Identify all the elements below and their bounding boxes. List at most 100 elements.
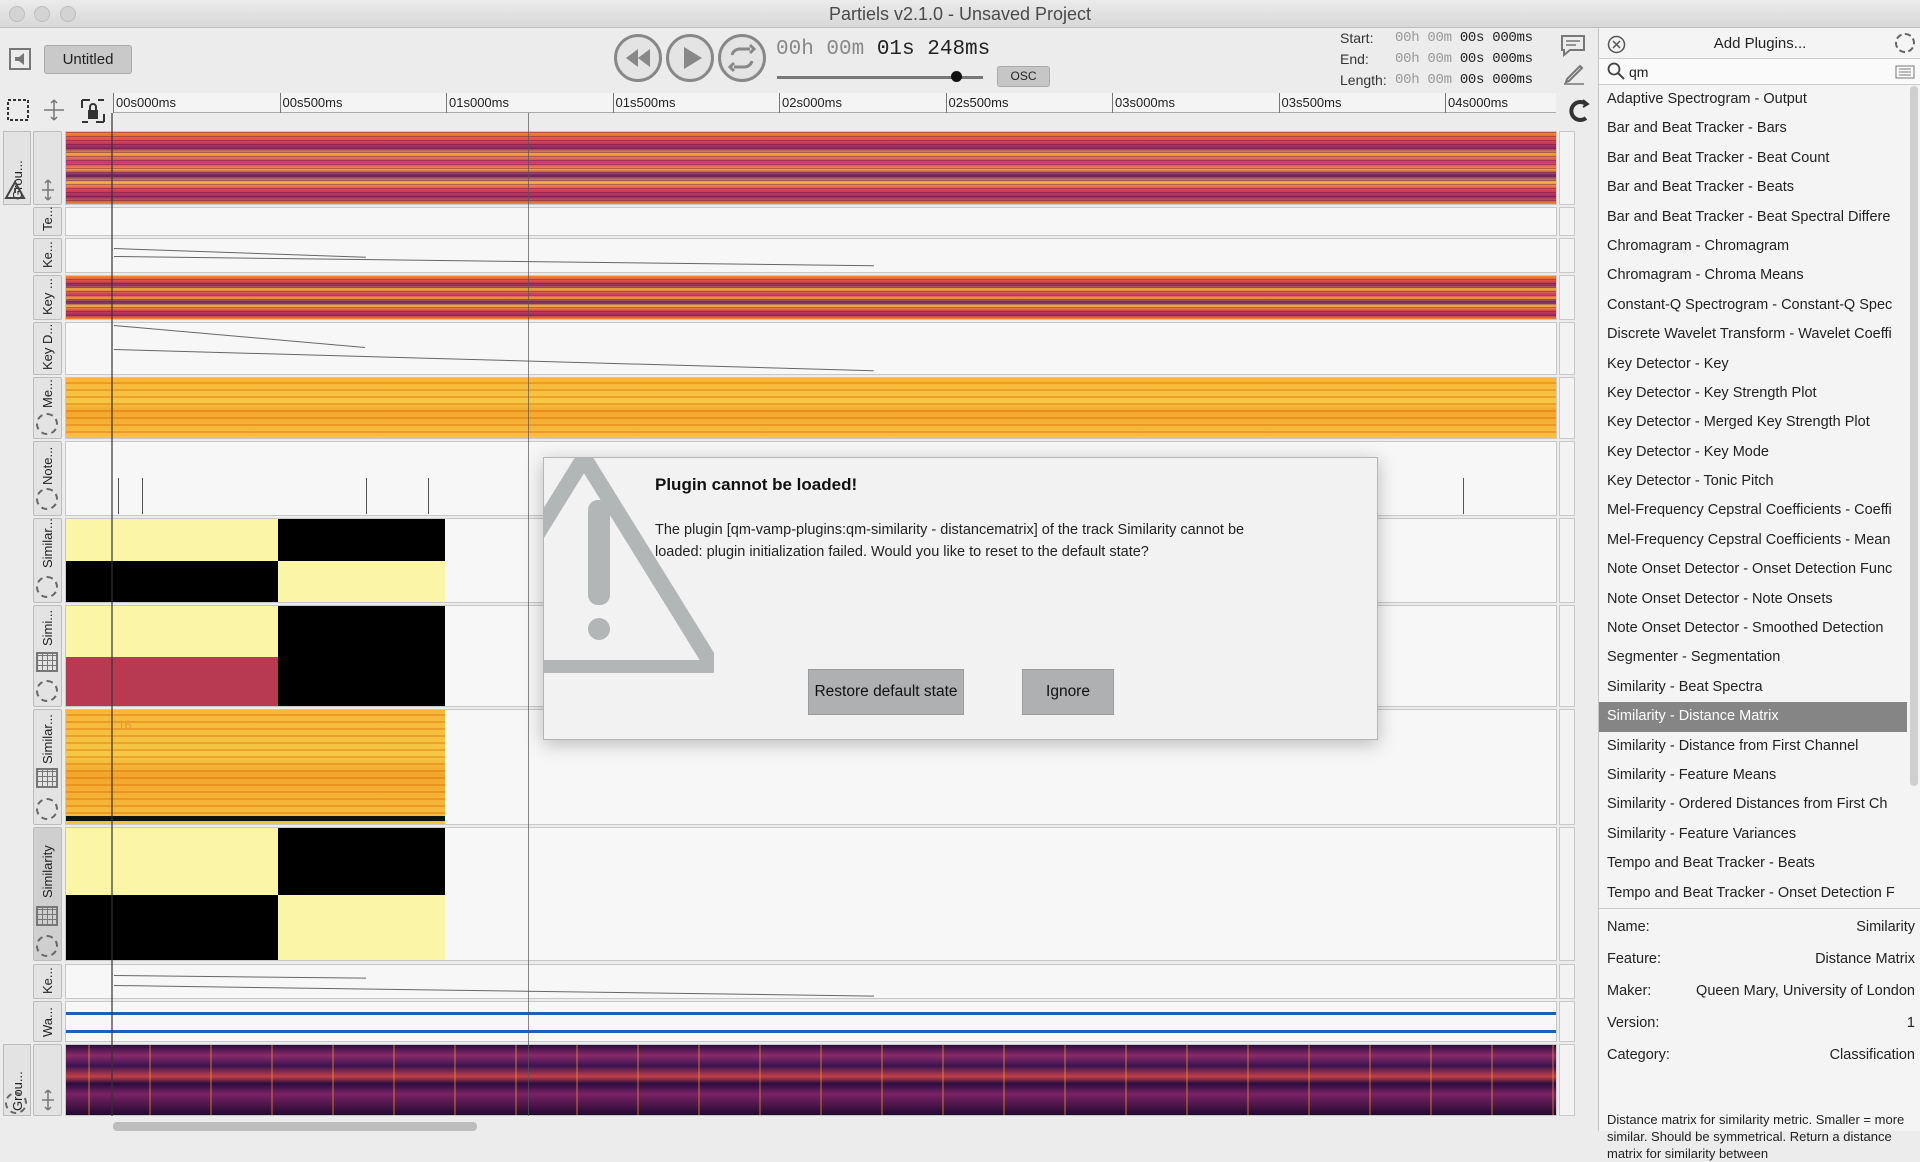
spectrogram-track[interactable] — [65, 131, 1557, 205]
track-tab-waveform[interactable]: Wa... — [33, 1001, 62, 1042]
gear-icon[interactable] — [1895, 33, 1915, 53]
plugin-list-item[interactable]: Segmenter - Segmentation — [1599, 643, 1907, 672]
plugin-list-item[interactable]: Similarity - Beat Spectra — [1599, 673, 1907, 702]
similarity-track-4[interactable] — [65, 827, 1557, 961]
onset-marker — [366, 478, 367, 514]
resize-icon[interactable] — [38, 1088, 58, 1112]
loop-button[interactable] — [718, 34, 766, 82]
track-scale[interactable] — [1559, 709, 1575, 825]
track-scale[interactable] — [1559, 275, 1575, 320]
plugin-list-item[interactable]: Key Detector - Merged Key Strength Plot — [1599, 408, 1907, 437]
plugin-list-item[interactable]: Discrete Wavelet Transform - Wavelet Coe… — [1599, 320, 1907, 349]
zoom-window-button[interactable] — [60, 6, 76, 22]
end-value[interactable]: 00h 00m 00s 000ms — [1395, 51, 1533, 67]
key-strength-track[interactable] — [65, 275, 1557, 320]
track-tab-key-2[interactable]: Ke... — [33, 964, 62, 999]
track-tab-key[interactable]: Ke... — [33, 238, 62, 273]
document-name-button[interactable]: Untitled — [44, 45, 132, 74]
plugin-list-item[interactable]: Note Onset Detector - Smoothed Detection — [1599, 614, 1907, 643]
start-value[interactable]: 00h 00m 00s 000ms — [1395, 30, 1533, 46]
plugin-list-item[interactable]: Key Detector - Key — [1599, 350, 1907, 379]
plugin-list-item[interactable]: Key Detector - Key Strength Plot — [1599, 379, 1907, 408]
select-all-icon[interactable] — [6, 98, 30, 122]
gear-icon[interactable] — [5, 1092, 27, 1114]
magnet-icon[interactable] — [1566, 98, 1592, 124]
pencil-icon[interactable] — [1562, 62, 1586, 86]
plugin-list-item[interactable]: Bar and Beat Tracker - Beat Spectral Dif… — [1599, 203, 1907, 232]
track-scale[interactable] — [1559, 322, 1575, 375]
grid-icon[interactable] — [36, 906, 58, 926]
plugin-list-item[interactable]: Note Onset Detector - Note Onsets — [1599, 585, 1907, 614]
track-scale[interactable] — [1559, 1001, 1575, 1042]
lock-selection-icon[interactable] — [80, 98, 106, 124]
audio-file-icon[interactable] — [8, 46, 34, 72]
plugin-list-item[interactable]: Note Onset Detector - Onset Detection Fu… — [1599, 555, 1907, 584]
track-scale[interactable] — [1559, 518, 1575, 603]
track-scale[interactable] — [1559, 377, 1575, 439]
plugin-list-item[interactable]: Tempo and Beat Tracker - Beats — [1599, 849, 1907, 878]
tempo-track[interactable] — [65, 207, 1557, 236]
plugin-list-item[interactable]: Bar and Beat Tracker - Bars — [1599, 114, 1907, 143]
track-tab-key-detector[interactable]: Key D... — [33, 322, 62, 375]
gear-icon[interactable] — [36, 413, 58, 435]
minimize-window-button[interactable] — [34, 6, 50, 22]
mfcc-track[interactable] — [65, 377, 1557, 439]
waveform-track[interactable] — [65, 1001, 1557, 1042]
plugin-list-item[interactable]: Similarity - Feature Means — [1599, 761, 1907, 790]
plugin-list-item[interactable]: Similarity - Feature Variances — [1599, 820, 1907, 849]
plugin-list-item[interactable]: Mel-Frequency Cepstral Coefficients - Me… — [1599, 526, 1907, 555]
gear-icon[interactable] — [36, 488, 58, 510]
play-button[interactable] — [666, 34, 714, 82]
spectrogram-track-2[interactable] — [65, 1044, 1557, 1116]
length-value[interactable]: 00h 00m 00s 000ms — [1395, 72, 1533, 88]
playhead-line[interactable] — [528, 113, 529, 1116]
track-scale[interactable] — [1559, 441, 1575, 516]
plugin-search-input[interactable] — [1629, 62, 1869, 82]
plugin-list-item[interactable]: Mel-Frequency Cepstral Coefficients - Co… — [1599, 496, 1907, 525]
plugin-list-scrollbar[interactable] — [1910, 86, 1918, 786]
track-tab-tempo[interactable]: Te... — [33, 206, 62, 236]
gain-slider-knob[interactable] — [951, 71, 962, 82]
plugin-list-item[interactable]: Chromagram - Chroma Means — [1599, 261, 1907, 290]
key-track-2[interactable] — [65, 964, 1557, 999]
plugin-list-item[interactable]: Key Detector - Key Mode — [1599, 438, 1907, 467]
rewind-button[interactable] — [614, 34, 662, 82]
gear-icon[interactable] — [36, 935, 58, 957]
ignore-button[interactable]: Ignore — [1022, 669, 1114, 715]
comment-icon[interactable] — [1560, 34, 1586, 58]
clear-search-icon[interactable] — [1895, 65, 1915, 79]
track-scale[interactable] — [1559, 207, 1575, 236]
grid-icon[interactable] — [36, 768, 58, 788]
track-scale[interactable] — [1559, 1044, 1575, 1116]
navigate-icon[interactable] — [42, 98, 66, 122]
plugin-list-item[interactable]: Bar and Beat Tracker - Beat Count — [1599, 144, 1907, 173]
key-track[interactable] — [65, 238, 1557, 273]
restore-default-button[interactable]: Restore default state — [808, 669, 964, 715]
track-scale[interactable] — [1559, 238, 1575, 273]
plugin-list-item[interactable]: Tempo and Beat Tracker - Onset Detection… — [1599, 879, 1907, 908]
plugin-list-item[interactable]: Chromagram - Chromagram — [1599, 232, 1907, 261]
plugin-list-item[interactable]: Constant-Q Spectrogram - Constant-Q Spec — [1599, 291, 1907, 320]
plugin-list-item[interactable]: Key Detector - Tonic Pitch — [1599, 467, 1907, 496]
close-window-button[interactable] — [9, 6, 25, 22]
horizontal-scrollbar[interactable] — [113, 1122, 477, 1131]
track-scale[interactable] — [1559, 964, 1575, 999]
grid-icon[interactable] — [36, 652, 58, 672]
plugin-list-item[interactable]: Bar and Beat Tracker - Beats — [1599, 173, 1907, 202]
gear-icon[interactable] — [36, 798, 58, 820]
gear-icon[interactable] — [36, 576, 58, 598]
track-label: Key D... — [40, 323, 55, 370]
track-scale[interactable] — [1559, 131, 1575, 205]
key-detector-track[interactable] — [65, 322, 1557, 375]
osc-button[interactable]: OSC — [997, 66, 1050, 87]
plugin-list-item[interactable]: Similarity - Ordered Distances from Firs… — [1599, 790, 1907, 819]
plugin-list-item[interactable]: Similarity - Distance Matrix — [1599, 702, 1907, 732]
track-scale[interactable] — [1559, 827, 1575, 961]
resize-icon[interactable] — [38, 178, 58, 202]
plugin-list-item[interactable]: Similarity - Distance from First Channel — [1599, 732, 1907, 761]
selection-start-line[interactable] — [111, 113, 113, 1116]
plugin-list-item[interactable]: Adaptive Spectrogram - Output — [1599, 85, 1907, 114]
track-scale[interactable] — [1559, 605, 1575, 707]
track-tab-key-strength[interactable]: Key ... — [33, 275, 62, 320]
gear-icon[interactable] — [36, 680, 58, 702]
